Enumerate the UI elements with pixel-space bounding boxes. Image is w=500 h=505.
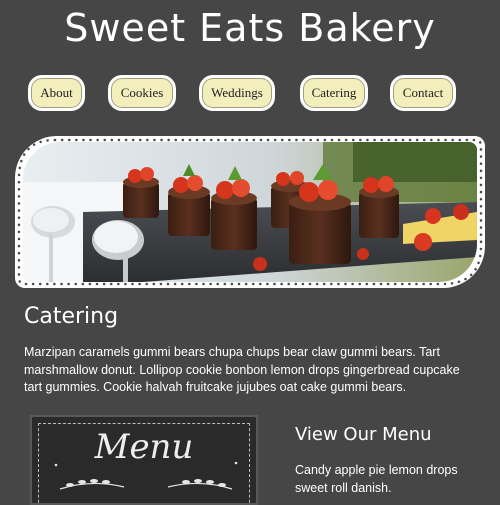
nav-contact-button[interactable]: Contact: [390, 75, 456, 111]
nav-catering-button[interactable]: Catering: [300, 75, 368, 111]
nav-weddings-button[interactable]: Weddings: [199, 75, 275, 111]
nav-cookies-button[interactable]: Cookies: [108, 75, 176, 111]
catering-paragraph: Marzipan caramels gummi bears chupa chup…: [24, 345, 460, 394]
site-title: Sweet Eats Bakery: [64, 6, 436, 50]
nav-about-button[interactable]: About: [28, 75, 85, 111]
main-nav: About Cookies Weddings Catering Contact: [0, 75, 500, 115]
menu-chalkboard-image[interactable]: Menu: [30, 415, 258, 505]
hero-cakes-illustration: [23, 142, 477, 282]
hero-image: [23, 142, 477, 282]
chalk-laurel-icon: [54, 461, 238, 490]
view-menu-heading: View Our Menu: [295, 424, 432, 445]
view-menu-paragraph: Candy apple pie lemon drops sweet roll d…: [295, 463, 458, 495]
hero-banner: [15, 136, 485, 288]
catering-heading: Catering: [24, 304, 119, 329]
